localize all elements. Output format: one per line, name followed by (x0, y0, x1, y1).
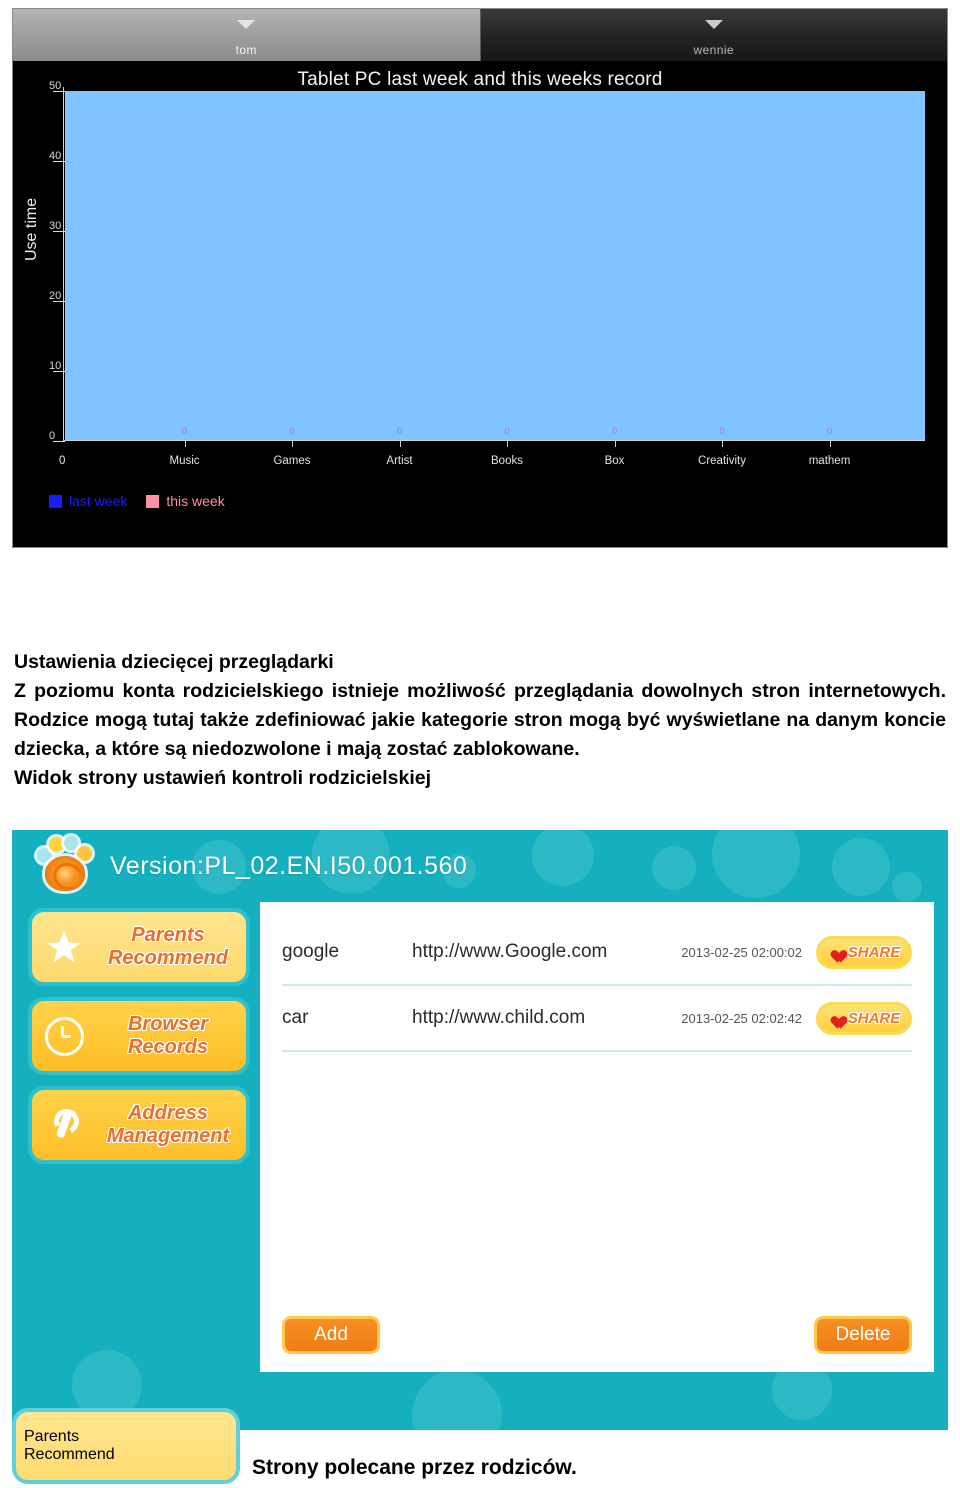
chart-y-tick-label: 50 (49, 80, 62, 92)
chart-x-tick (722, 440, 723, 447)
share-button-label: SHARE (847, 943, 901, 961)
legend-item-last-week: last week (49, 493, 127, 509)
share-button[interactable]: SHARE (816, 935, 912, 969)
chart-x-tick (399, 440, 401, 447)
table-row[interactable]: car http://www.child.com 2013-02-25 02:0… (282, 986, 912, 1052)
record-name: car (282, 1007, 309, 1028)
bottom-caption-row: Parents Recommend Strony polecane przez … (12, 1404, 948, 1484)
chart-x-tick (614, 440, 616, 447)
heart-icon (828, 1011, 843, 1025)
star-icon (38, 930, 90, 964)
article-heading: Ustawienia dziecięcej przeglądarki (14, 651, 334, 673)
share-button[interactable]: SHARE (816, 1001, 912, 1035)
app-header: Version:PL_02.EN.I50.001.560 (12, 830, 948, 902)
article-caption: Widok strony ustawień kontroli rodziciel… (14, 767, 431, 789)
chart-title: Tablet PC last week and this weeks recor… (297, 69, 663, 90)
chart-plot-area (65, 91, 925, 441)
heart-icon (828, 945, 843, 959)
chart-x-tick-label: Creativity (698, 455, 746, 467)
article-paragraph: Z poziomu konta rodzicielskiego istnieje… (14, 680, 946, 760)
chart-x-axis-line (63, 440, 925, 441)
panel-footer: Add Delete (282, 1314, 912, 1356)
paw-logo-icon (36, 836, 94, 896)
chart-x-tick-label: Music (169, 455, 200, 467)
chart-x-tick-label: Artist (386, 455, 413, 467)
sidebar-item-browser-records-label: Browser Records (127, 1013, 209, 1058)
chart-y-axis: 0 10 20 30 40 50 (49, 80, 65, 442)
chart-legend: last week this week (49, 493, 235, 509)
record-name: google (282, 941, 340, 962)
wrench-icon (38, 1108, 90, 1142)
caption-button-label: Parents Recommend (24, 1428, 115, 1463)
tab-tom-label: tom (235, 43, 257, 57)
chart-x-tick (829, 440, 831, 447)
sidebar-item-parents-recommend-label: Parents Recommend (107, 924, 229, 969)
tab-tom[interactable]: tom (13, 9, 481, 61)
usage-chart: Tablet PC last week and this weeks recor… (13, 61, 947, 547)
add-button[interactable]: Add (282, 1316, 380, 1354)
chart-data-label: 0 (611, 426, 618, 437)
sidebar-item-browser-records[interactable]: Browser Records (28, 997, 250, 1075)
legend-swatch-this-week (146, 494, 160, 508)
clock-icon (38, 1016, 90, 1056)
legend-item-this-week: this week (146, 493, 225, 509)
chart-y-tick-label: 40 (49, 150, 62, 162)
chart-x-tick-label: mathem (808, 455, 851, 467)
legend-label-this-week: this week (166, 493, 225, 509)
chart-x-tick (292, 440, 293, 447)
tab-wennie[interactable]: wennie (480, 9, 947, 61)
chart-data-label: 0 (396, 426, 403, 437)
profile-tabbar: tom wennie (13, 9, 947, 61)
chart-y-axis-label: Use time (23, 197, 40, 261)
record-time: 2013-02-25 02:00:02 (681, 944, 802, 960)
chart-origin-label: 0 (59, 455, 66, 467)
record-time: 2013-02-25 02:02:42 (681, 1010, 802, 1026)
table-row[interactable]: google http://www.Google.com 2013-02-25 … (282, 920, 912, 986)
caption-parents-recommend-button: Parents Recommend (12, 1408, 240, 1484)
sidebar-item-address-management[interactable]: Address Management (28, 1086, 250, 1164)
sidebar-item-parents-recommend[interactable]: Parents Recommend (28, 908, 250, 986)
share-button-label: SHARE (847, 1009, 901, 1027)
app-sidebar: Parents Recommend Browser Records Addres… (28, 902, 250, 1372)
chart-data-label: 0 (826, 426, 833, 437)
sidebar-item-address-management-label: Address Management (106, 1102, 230, 1147)
legend-swatch-last-week (49, 494, 62, 508)
chart-x-tick-label: Books (491, 455, 523, 467)
chart-data-label: 0 (504, 426, 510, 437)
chart-x-tick-label: Games (273, 455, 311, 467)
app-version-label: Version:PL_02.EN.I50.001.560 (110, 851, 468, 880)
chart-y-tick-label: 0 (49, 430, 56, 442)
records-panel: google http://www.Google.com 2013-02-25 … (260, 902, 934, 1372)
legend-label-last-week: last week (69, 493, 128, 509)
article-text: Ustawienia dziecięcej przeglądarki Z poz… (14, 648, 946, 793)
bottom-caption-text: Strony polecane przez rodziców. (252, 1456, 577, 1479)
record-url[interactable]: http://www.child.com (412, 1007, 627, 1029)
chevron-down-icon (237, 20, 256, 29)
chart-x-tick (507, 440, 508, 447)
chart-x-tick-label: Box (604, 455, 625, 467)
chart-x-tick (184, 440, 186, 447)
kids-browser-screenshot: Version:PL_02.EN.I50.001.560 Parents Rec… (12, 830, 948, 1430)
chart-y-tick-label: 30 (49, 220, 62, 232)
app-body: Parents Recommend Browser Records Addres… (12, 902, 948, 1372)
chart-y-tick-label: 10 (49, 360, 62, 372)
tab-wennie-label: wennie (693, 43, 734, 57)
chevron-down-icon (704, 20, 723, 29)
chart-data-label: 0 (181, 426, 188, 437)
chart-data-label: 0 (289, 426, 295, 437)
tablet-usage-screenshot: tom wennie Tablet PC last week and this … (12, 8, 948, 548)
record-url[interactable]: http://www.Google.com (412, 941, 627, 963)
chart-y-tick-label: 20 (49, 290, 62, 302)
chart-data-label: 0 (719, 426, 725, 437)
delete-button[interactable]: Delete (814, 1316, 912, 1354)
